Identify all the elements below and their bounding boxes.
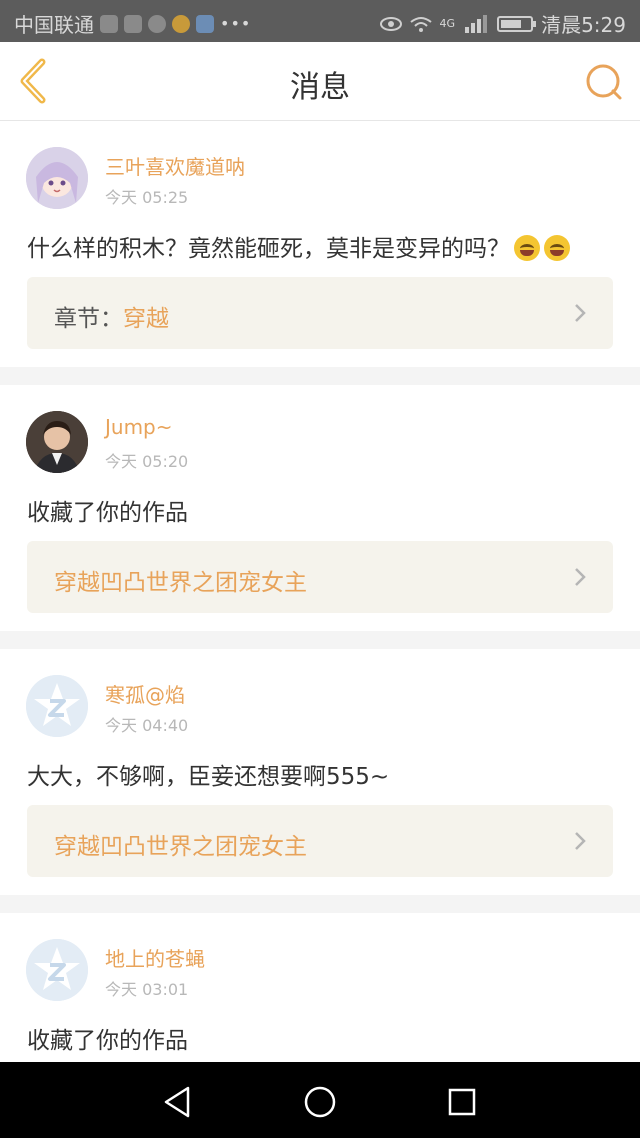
carrier-label: 中国联通 <box>14 13 94 37</box>
user-name[interactable]: 三叶喜欢魔道呐 <box>105 151 245 180</box>
anime-girl-avatar-icon <box>26 147 88 209</box>
page-title: 消息 <box>290 70 350 105</box>
system-nav-bar <box>0 1062 640 1138</box>
user-name[interactable]: Jump~ <box>105 415 173 439</box>
network-type: 4G <box>439 17 456 30</box>
avatar[interactable] <box>26 147 88 209</box>
chapter-link[interactable]: 章节：穿越 <box>27 277 613 349</box>
search-icon[interactable] <box>584 62 624 102</box>
message-card[interactable]: 寒孤@焰 今天 04:40 大大，不够啊，臣妾还想要啊555~ 穿越凹凸世界之团… <box>0 649 640 895</box>
avatar[interactable] <box>26 939 88 1001</box>
message-card[interactable]: 三叶喜欢魔道呐 今天 05:25 什么样的积木？竟然能砸死，莫非是变异的吗？ 章… <box>0 121 640 367</box>
avatar[interactable] <box>26 675 88 737</box>
top-nav: 消息 <box>0 42 640 121</box>
battery-icon <box>497 15 537 32</box>
eye-icon <box>379 16 402 31</box>
status-bar: 中国联通 ••• 4G 清晨5:29 <box>0 0 640 42</box>
signal-icon <box>465 14 488 33</box>
home-circle-icon[interactable] <box>300 1082 340 1122</box>
coin-icon <box>172 14 190 33</box>
wifi-icon <box>409 16 432 32</box>
work-title: 穿越凹凸世界之团宠女主 <box>54 834 307 860</box>
work-title: 穿越凹凸世界之团宠女主 <box>54 570 307 596</box>
avatar[interactable] <box>26 411 88 473</box>
message-time: 今天 05:25 <box>105 188 189 207</box>
chapter-link-text: 章节：穿越 <box>54 299 169 333</box>
back-triangle-icon[interactable] <box>158 1082 198 1122</box>
recents-square-icon[interactable] <box>442 1082 482 1122</box>
work-link[interactable]: 穿越凹凸世界之团宠女主 <box>27 805 613 877</box>
default-avatar-icon <box>26 939 88 1001</box>
chevron-right-icon <box>575 304 586 322</box>
clock: 清晨5:29 <box>541 13 626 37</box>
default-avatar-icon <box>26 675 88 737</box>
message-text: 大大，不够啊，臣妾还想要啊555~ <box>27 764 390 790</box>
message-time: 今天 04:40 <box>105 716 189 735</box>
chapter-title: 穿越 <box>123 306 169 332</box>
message-text: 收藏了你的作品 <box>27 500 188 526</box>
laughing-tears-emoji-icon <box>514 235 540 261</box>
message-text: 什么样的积木？竟然能砸死，莫非是变异的吗？ <box>27 229 570 263</box>
status-left: 中国联通 ••• <box>14 9 251 38</box>
person-photo-avatar-icon <box>26 411 88 473</box>
wechat-icon <box>148 14 166 33</box>
battery-fill <box>501 19 522 28</box>
work-link[interactable]: 穿越凹凸世界之团宠女主 <box>27 541 613 613</box>
message-icon <box>124 14 142 33</box>
chevron-right-icon <box>575 832 586 850</box>
message-card[interactable]: Jump~ 今天 05:20 收藏了你的作品 穿越凹凸世界之团宠女主 <box>0 385 640 631</box>
status-right: 4G 清晨5:29 <box>379 9 626 38</box>
carrier-app-icon <box>100 14 118 33</box>
message-text: 收藏了你的作品 <box>27 1028 188 1054</box>
user-name[interactable]: 寒孤@焰 <box>105 679 185 708</box>
laughing-tears-emoji-icon <box>544 235 570 261</box>
more-dots-icon: ••• <box>220 14 252 33</box>
message-time: 今天 05:20 <box>105 452 189 471</box>
message-text-content: 什么样的积木？竟然能砸死，莫非是变异的吗？ <box>27 236 510 262</box>
chevron-right-icon <box>575 568 586 586</box>
gallery-icon <box>196 14 214 33</box>
user-name[interactable]: 地上的苍蝇 <box>105 943 205 972</box>
chapter-prefix: 章节： <box>54 306 123 332</box>
message-time: 今天 03:01 <box>105 980 189 999</box>
